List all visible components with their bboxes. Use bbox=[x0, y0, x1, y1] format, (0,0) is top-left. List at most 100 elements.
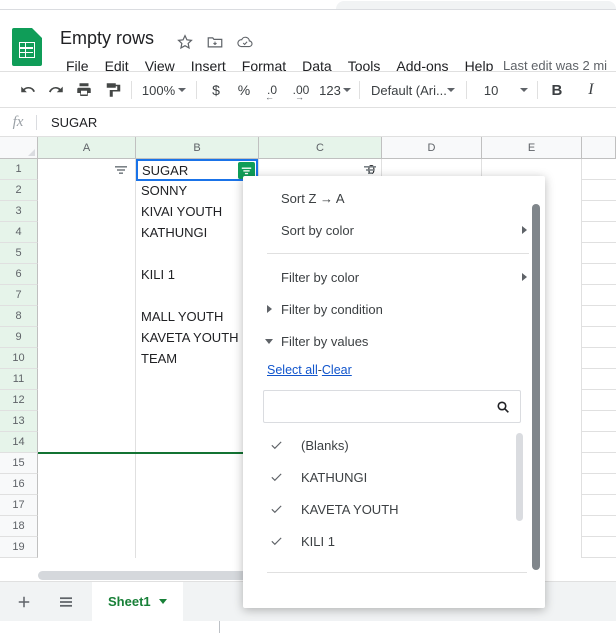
star-icon[interactable] bbox=[176, 33, 194, 51]
cell-A9[interactable] bbox=[38, 327, 136, 348]
print-icon[interactable] bbox=[70, 76, 98, 104]
function-icon[interactable]: fx bbox=[0, 114, 36, 131]
values-list-scrollbar-thumb[interactable] bbox=[516, 433, 523, 521]
row-header-8[interactable]: 8 bbox=[0, 306, 38, 327]
number-format-button[interactable]: 123 bbox=[316, 76, 354, 104]
cell-A11[interactable] bbox=[38, 369, 136, 390]
row-header-1[interactable]: 1 bbox=[0, 159, 38, 180]
column-header-d[interactable]: D bbox=[382, 137, 482, 159]
filter-value-item[interactable]: KAVETA YOUTH bbox=[243, 493, 545, 525]
row-header-18[interactable]: 18 bbox=[0, 516, 38, 537]
filter-icon-column-c[interactable] bbox=[363, 163, 377, 175]
formula-input[interactable]: SUGAR bbox=[37, 115, 97, 130]
row-header-6[interactable]: 6 bbox=[0, 264, 38, 285]
row-header-5[interactable]: 5 bbox=[0, 243, 38, 264]
clear-link[interactable]: Clear bbox=[322, 363, 352, 377]
cell-B3[interactable]: KIVAI YOUTH bbox=[136, 201, 259, 222]
zoom-control[interactable]: 100% bbox=[137, 83, 191, 98]
row-header-13[interactable]: 13 bbox=[0, 411, 38, 432]
filter-menu-scrollbar-thumb[interactable] bbox=[532, 204, 540, 570]
font-size-select[interactable]: 10 bbox=[472, 83, 532, 98]
search-icon[interactable] bbox=[495, 399, 511, 420]
move-to-folder-icon[interactable] bbox=[206, 33, 224, 51]
row-header-12[interactable]: 12 bbox=[0, 390, 38, 411]
menu-sort-z-a[interactable]: Sort Z → A bbox=[243, 182, 545, 214]
add-sheet-icon[interactable] bbox=[6, 584, 42, 620]
cell-B4[interactable]: KATHUNGI bbox=[136, 222, 259, 243]
menu-filter-by-color[interactable]: Filter by color bbox=[243, 261, 545, 293]
filter-search-box[interactable] bbox=[263, 390, 521, 423]
cell-A19[interactable] bbox=[38, 537, 136, 558]
cell-B17[interactable] bbox=[136, 495, 259, 516]
cell-A15[interactable] bbox=[38, 453, 136, 474]
row-header-2[interactable]: 2 bbox=[0, 180, 38, 201]
cell-A7[interactable] bbox=[38, 285, 136, 306]
row-header-19[interactable]: 19 bbox=[0, 537, 38, 558]
chevron-down-icon[interactable] bbox=[158, 599, 167, 604]
increase-decimal-button[interactable]: .00 → bbox=[286, 76, 316, 104]
cell-A2[interactable] bbox=[38, 180, 136, 201]
font-family-select[interactable]: Default (Ari... bbox=[365, 83, 461, 98]
paint-format-icon[interactable] bbox=[98, 76, 126, 104]
cell-B10[interactable]: TEAM bbox=[136, 348, 259, 369]
cell-A6[interactable] bbox=[38, 264, 136, 285]
column-header-b[interactable]: B bbox=[136, 137, 259, 159]
cell-A12[interactable] bbox=[38, 390, 136, 411]
italic-button[interactable]: I bbox=[577, 76, 605, 104]
currency-format-button[interactable]: $ bbox=[202, 76, 230, 104]
sheet-tab-sheet1[interactable]: Sheet1 bbox=[92, 581, 183, 622]
select-all-corner[interactable] bbox=[0, 137, 38, 159]
cell-A14[interactable] bbox=[38, 432, 136, 453]
cell-B16[interactable] bbox=[136, 474, 259, 495]
filter-icon-column-a[interactable] bbox=[114, 163, 128, 175]
filter-search-input[interactable] bbox=[264, 391, 520, 422]
filter-value-item[interactable]: (Blanks) bbox=[243, 429, 545, 461]
cell-A8[interactable] bbox=[38, 306, 136, 327]
cell-B14[interactable] bbox=[136, 432, 259, 453]
redo-icon[interactable] bbox=[42, 76, 70, 104]
cell-B12[interactable] bbox=[136, 390, 259, 411]
row-header-7[interactable]: 7 bbox=[0, 285, 38, 306]
select-all-link[interactable]: Select all bbox=[267, 363, 318, 377]
row-header-17[interactable]: 17 bbox=[0, 495, 38, 516]
cell-A4[interactable] bbox=[38, 222, 136, 243]
row-header-4[interactable]: 4 bbox=[0, 222, 38, 243]
menu-filter-by-condition[interactable]: Filter by condition bbox=[243, 293, 545, 325]
column-header-a[interactable]: A bbox=[38, 137, 136, 159]
column-header-c[interactable]: C bbox=[259, 137, 382, 159]
cell-B5[interactable] bbox=[136, 243, 259, 264]
cell-A5[interactable] bbox=[38, 243, 136, 264]
cell-A18[interactable] bbox=[38, 516, 136, 537]
percent-format-button[interactable]: % bbox=[230, 76, 258, 104]
cell-B13[interactable] bbox=[136, 411, 259, 432]
cloud-saved-icon[interactable] bbox=[236, 33, 254, 51]
row-header-9[interactable]: 9 bbox=[0, 327, 38, 348]
cell-B9[interactable]: KAVETA YOUTH bbox=[136, 327, 259, 348]
all-sheets-icon[interactable] bbox=[48, 584, 84, 620]
row-header-10[interactable]: 10 bbox=[0, 348, 38, 369]
decrease-decimal-button[interactable]: .0 ← bbox=[258, 76, 286, 104]
column-header-f[interactable] bbox=[582, 137, 616, 159]
cell-B8[interactable]: MALL YOUTH bbox=[136, 306, 259, 327]
cell-A17[interactable] bbox=[38, 495, 136, 516]
row-header-15[interactable]: 15 bbox=[0, 453, 38, 474]
cell-B19[interactable] bbox=[136, 537, 259, 558]
page-title[interactable]: Empty rows bbox=[60, 28, 154, 49]
cell-B15[interactable] bbox=[136, 453, 259, 474]
cell-B18[interactable] bbox=[136, 516, 259, 537]
row-header-16[interactable]: 16 bbox=[0, 474, 38, 495]
menu-filter-by-values[interactable]: Filter by values bbox=[243, 325, 545, 357]
cell-B7[interactable] bbox=[136, 285, 259, 306]
column-header-e[interactable]: E bbox=[482, 137, 582, 159]
cell-B2[interactable]: SONNY bbox=[136, 180, 259, 201]
cell-A3[interactable] bbox=[38, 201, 136, 222]
row-header-11[interactable]: 11 bbox=[0, 369, 38, 390]
undo-icon[interactable] bbox=[14, 76, 42, 104]
bold-button[interactable]: B bbox=[543, 76, 571, 104]
filter-value-item[interactable]: KILI 1 bbox=[243, 525, 545, 557]
cell-A16[interactable] bbox=[38, 474, 136, 495]
menu-sort-by-color[interactable]: Sort by color bbox=[243, 214, 545, 246]
filter-value-item[interactable]: KATHUNGI bbox=[243, 461, 545, 493]
cell-B6[interactable]: KILI 1 bbox=[136, 264, 259, 285]
filter-values-list[interactable]: (Blanks) KATHUNGI KAVETA YOUTH KILI 1 bbox=[243, 429, 545, 564]
